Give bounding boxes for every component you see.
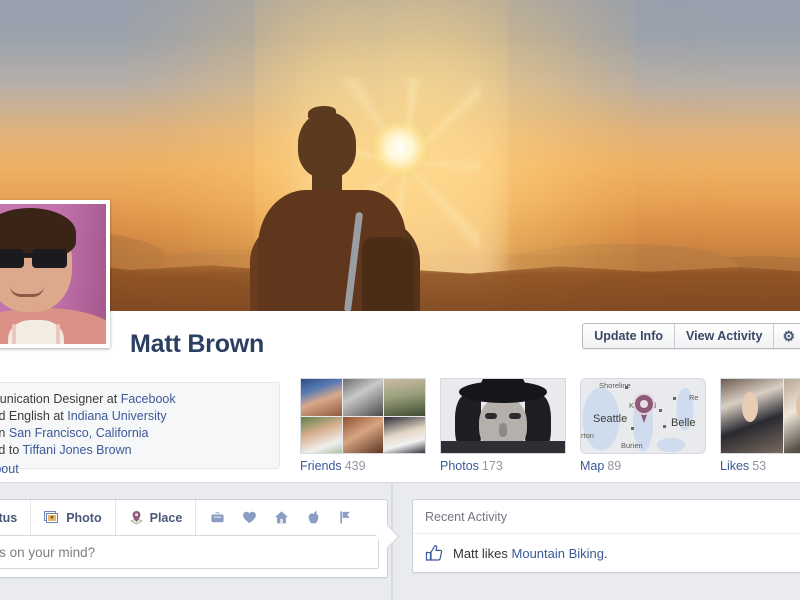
bio-line: Communication Designer at Facebook: [0, 391, 269, 408]
tile-caption: Photos 173: [440, 459, 566, 473]
composer-tab-status[interactable]: Status: [0, 500, 32, 535]
tile-caption: Likes 53: [720, 459, 800, 473]
gear-icon: ⚙: [782, 328, 795, 344]
avatar[interactable]: [0, 200, 110, 348]
apple-health-icon[interactable]: [306, 510, 321, 525]
tile-count: 53: [752, 459, 767, 473]
bio-prefix: Communication Designer at: [0, 392, 118, 406]
about-link[interactable]: About: [0, 462, 19, 476]
recent-activity-panel: Recent Activity Matt likes Mountain Biki…: [412, 499, 800, 573]
page-title: Matt Brown: [130, 330, 265, 358]
facebook-timeline-profile-page: Matt Brown Update Info View Activity ⚙ u…: [0, 0, 800, 600]
tile-label: Friends: [300, 459, 342, 473]
profile-tiles: Friends 439 Photos 173 Shoreline Re Seat…: [300, 378, 800, 473]
photos-thumbnail: [440, 378, 566, 454]
view-activity-button[interactable]: View Activity: [675, 324, 775, 348]
tile-caption: Friends 439: [300, 459, 426, 473]
recent-activity-title: Recent Activity: [413, 500, 800, 534]
tile-count: 173: [481, 459, 503, 473]
bio-link-employer[interactable]: Facebook: [121, 392, 176, 406]
activity-item[interactable]: Matt likes Mountain Biking.: [413, 534, 800, 572]
bio-box: Communication Designer at Facebook Studi…: [0, 382, 280, 469]
tile-label: Likes: [720, 459, 750, 473]
tile-friends[interactable]: Friends 439: [300, 378, 426, 473]
heart-icon[interactable]: [242, 510, 257, 525]
activity-suffix: .: [604, 545, 608, 561]
composer-tab-photo[interactable]: Photo: [31, 500, 116, 535]
settings-button[interactable]: ⚙: [774, 324, 800, 348]
composer-tab-label: Photo: [66, 510, 102, 525]
place-pin-icon: [129, 510, 143, 524]
home-icon[interactable]: [274, 510, 289, 525]
bio-link-city[interactable]: San Francisco, California: [9, 426, 149, 440]
map-label: Re: [689, 393, 699, 402]
timeline-area: Status Photo: [0, 482, 800, 600]
bio-line: Married to Tiffani Jones Brown: [0, 442, 269, 459]
photo-icon: [44, 510, 59, 523]
composer-tab-label: Status: [0, 510, 18, 525]
tile-count: 439: [344, 459, 366, 473]
thumbs-up-icon: [425, 545, 443, 561]
activity-link[interactable]: Mountain Biking: [512, 546, 605, 561]
bio-prefix: Lives in: [0, 426, 6, 440]
bio-link-school[interactable]: Indiana University: [67, 409, 166, 423]
profile-action-buttons: Update Info View Activity ⚙: [582, 323, 800, 349]
bio-prefix: Married to: [0, 443, 20, 457]
flag-milestone-icon[interactable]: [338, 510, 353, 525]
status-composer: Status Photo: [0, 499, 388, 578]
activity-prefix: Matt likes: [453, 545, 512, 561]
life-event-icon-row: [196, 500, 367, 535]
profile-info-row: Communication Designer at Facebook Studi…: [0, 374, 800, 482]
tile-photos[interactable]: Photos 173: [440, 378, 566, 473]
tile-count: 89: [607, 459, 622, 473]
sunglasses: [0, 249, 72, 268]
tile-likes[interactable]: Likes 53: [720, 378, 800, 473]
friends-photo-grid: [300, 378, 426, 454]
tile-map[interactable]: Shoreline Kirkland Re Seattle Belle rton…: [580, 378, 706, 473]
briefcase-icon[interactable]: [210, 510, 225, 525]
map-label: Belle: [671, 417, 696, 429]
map-label: Seattle: [593, 413, 628, 425]
map-thumbnail: Shoreline Kirkland Re Seattle Belle rton…: [580, 378, 706, 454]
bio-line: Lives in San Francisco, California: [0, 425, 269, 442]
likes-thumbnail: [720, 378, 800, 454]
cover-photo[interactable]: [0, 0, 800, 311]
composer-tab-label: Place: [149, 510, 183, 525]
update-info-button[interactable]: Update Info: [583, 324, 675, 348]
map-label: Burien: [621, 441, 643, 450]
map-label: Shoreline: [599, 381, 631, 390]
tile-label: Photos: [440, 459, 479, 473]
profile-name-bar: Matt Brown Update Info View Activity ⚙: [0, 311, 800, 374]
status-input[interactable]: What's on your mind?: [0, 535, 379, 569]
hiker-silhouette: [250, 72, 420, 311]
activity-text: Matt likes Mountain Biking.: [453, 546, 608, 561]
status-input-placeholder: What's on your mind?: [0, 544, 96, 560]
bio-link-spouse[interactable]: Tiffani Jones Brown: [23, 443, 132, 457]
map-pin-icon: [633, 393, 655, 423]
bio-prefix: Studied English at: [0, 409, 64, 423]
tile-label: Map: [580, 459, 605, 473]
tile-caption: Map 89: [580, 459, 706, 473]
composer-tab-place[interactable]: Place: [116, 500, 197, 535]
bio-line: Studied English at Indiana University: [0, 408, 269, 425]
composer-tabs: Status Photo: [0, 500, 387, 535]
map-label: rton: [581, 431, 594, 440]
